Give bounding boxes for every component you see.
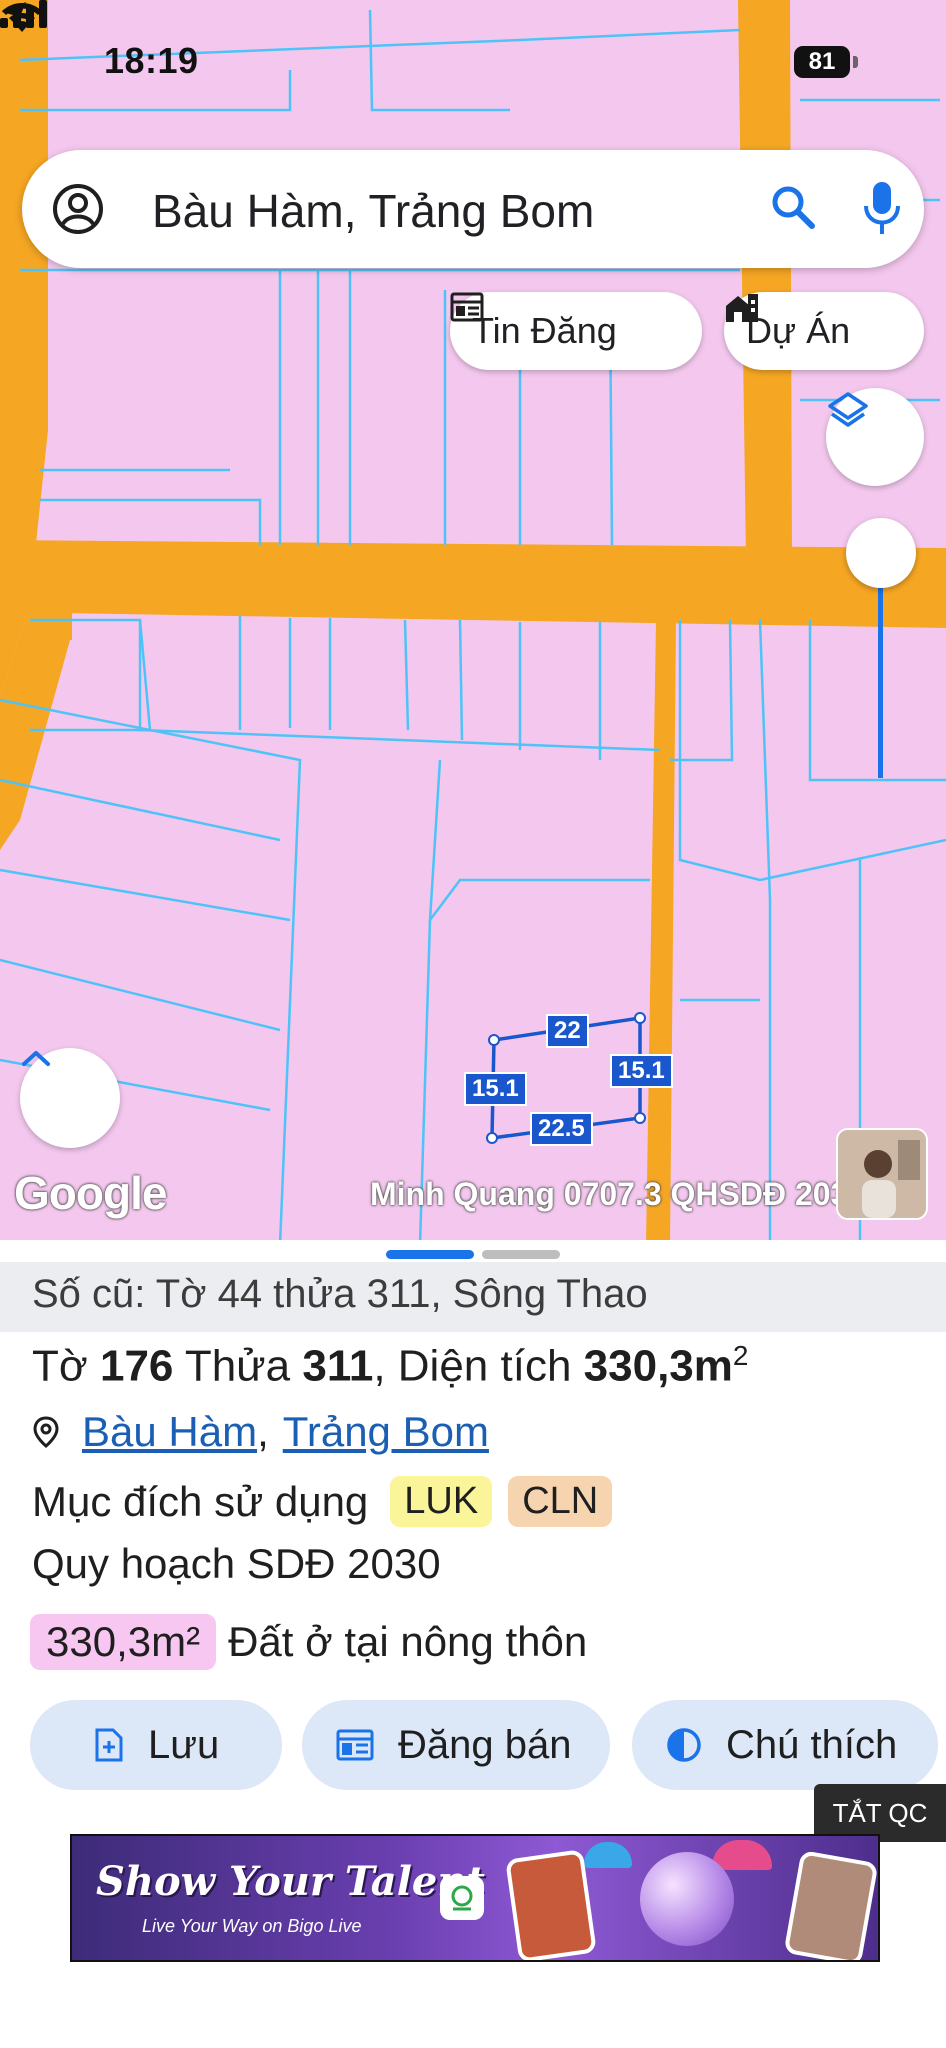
news-listings-chip[interactable]: Tin Đăng bbox=[450, 292, 702, 370]
address-separator: , bbox=[257, 1408, 269, 1455]
legend-button[interactable]: Chú thích bbox=[632, 1700, 938, 1790]
map-layers-button[interactable] bbox=[826, 388, 924, 486]
wifi-icon bbox=[2, 3, 42, 32]
planned-land-type: Đất ở tại nông thôn bbox=[228, 1618, 588, 1665]
status-time: 18:19 bbox=[104, 40, 199, 81]
account-icon[interactable] bbox=[52, 183, 104, 235]
location-pin-icon bbox=[33, 1416, 59, 1448]
search-icon[interactable] bbox=[768, 182, 818, 232]
opacity-slider-thumb[interactable] bbox=[846, 518, 916, 588]
parcel-summary: Tờ 176 Thửa 311, Diện tích 330,3m2 bbox=[32, 1340, 748, 1392]
sheet-page-indicator[interactable] bbox=[482, 1250, 560, 1259]
microphone-icon[interactable] bbox=[862, 180, 902, 236]
address-row: Bàu Hàm , Trảng Bom bbox=[32, 1408, 489, 1456]
edge-length-top: 22 bbox=[546, 1014, 589, 1048]
planned-land-use-row: 330,3m² Đất ở tại nông thôn bbox=[30, 1614, 587, 1670]
bigo-logo-icon bbox=[440, 1876, 484, 1920]
map-watermark: Minh Quang 0707.3 QHSDĐ 2030 bbox=[370, 1176, 867, 1212]
sheet-label: Tờ bbox=[32, 1341, 88, 1391]
post-for-sale-label: Đăng bán bbox=[398, 1722, 572, 1767]
ad-decoration bbox=[712, 1840, 772, 1870]
plot-number: 311 bbox=[302, 1341, 374, 1391]
expand-panel-button[interactable] bbox=[20, 1048, 120, 1148]
battery-level: 81 bbox=[808, 48, 836, 75]
area-unit: 2 bbox=[732, 1340, 749, 1371]
ad-photo-card bbox=[505, 1849, 597, 1960]
news-listings-label: Tin Đăng bbox=[472, 310, 617, 351]
purpose-badge-cln: CLN bbox=[508, 1476, 613, 1527]
chevron-up-icon bbox=[22, 1051, 50, 1066]
district-link[interactable]: Trảng Bom bbox=[283, 1408, 489, 1456]
search-input[interactable]: Bàu Hàm, Trảng Bom bbox=[152, 184, 594, 238]
photo-image bbox=[838, 1130, 926, 1218]
bigo-mascot-icon bbox=[451, 1885, 473, 1911]
sheet-number: 176 bbox=[99, 1341, 174, 1391]
listing-icon bbox=[336, 1729, 374, 1761]
layers-icon bbox=[828, 392, 868, 427]
contrast-icon bbox=[667, 1728, 701, 1762]
area-value: 330,3m bbox=[583, 1341, 733, 1391]
purpose-badge-luk: LUK bbox=[390, 1476, 493, 1527]
map-view[interactable]: 22 15.1 15.1 22.5 18:19 81 Bàu Hàm, Trản… bbox=[0, 0, 946, 1245]
sheet-page-indicator-active[interactable] bbox=[386, 1250, 474, 1259]
area-label: , Diện tích bbox=[373, 1341, 572, 1391]
save-label: Lưu bbox=[148, 1722, 220, 1767]
building-icon bbox=[726, 294, 758, 322]
post-for-sale-button[interactable]: Đăng bán bbox=[302, 1700, 610, 1790]
parcel-info-sheet: Số cũ: Tờ 44 thửa 311, Sông Thao Tờ 176 … bbox=[0, 1240, 946, 2048]
land-purpose-label: Mục đích sử dụng bbox=[32, 1477, 369, 1525]
old-reference-text: Số cũ: Tờ 44 thửa 311, Sông Thao bbox=[32, 1272, 648, 1316]
projects-chip[interactable]: Dự Án bbox=[724, 292, 924, 370]
ad-subtitle: Live Your Way on Bigo Live bbox=[142, 1916, 362, 1936]
legend-label: Chú thích bbox=[726, 1722, 898, 1767]
search-bar[interactable]: Bàu Hàm, Trảng Bom bbox=[22, 150, 924, 268]
ad-banner[interactable]: Show Your Talent Live Your Way on Bigo L… bbox=[70, 1834, 880, 1962]
edge-length-left: 15.1 bbox=[464, 1072, 527, 1106]
edge-length-right: 15.1 bbox=[610, 1054, 673, 1088]
land-purpose-row: Mục đích sử dụng LUK CLN bbox=[32, 1476, 613, 1527]
newspaper-icon bbox=[450, 292, 484, 322]
user-photo-thumbnail[interactable] bbox=[836, 1128, 928, 1220]
ad-photo-card bbox=[783, 1850, 878, 1960]
plot-label: Thửa bbox=[184, 1341, 291, 1391]
ad-title: Show Your Talent bbox=[96, 1858, 485, 1905]
ad-decoration bbox=[584, 1842, 632, 1868]
google-logo: Google bbox=[14, 1167, 167, 1219]
battery-indicator: 81 bbox=[794, 46, 850, 78]
add-file-icon bbox=[95, 1728, 123, 1762]
ad-gift-ball bbox=[640, 1852, 734, 1946]
zoning-plan-title: Quy hoạch SDĐ 2030 bbox=[32, 1540, 441, 1587]
save-button[interactable]: Lưu bbox=[30, 1700, 282, 1790]
status-bar: 18:19 81 bbox=[0, 0, 946, 120]
battery-tip bbox=[853, 56, 858, 68]
commune-link[interactable]: Bàu Hàm bbox=[82, 1408, 257, 1456]
planned-area-chip: 330,3m² bbox=[30, 1614, 217, 1670]
projects-label: Dự Án bbox=[746, 310, 851, 351]
edge-length-bottom: 22.5 bbox=[530, 1112, 593, 1146]
